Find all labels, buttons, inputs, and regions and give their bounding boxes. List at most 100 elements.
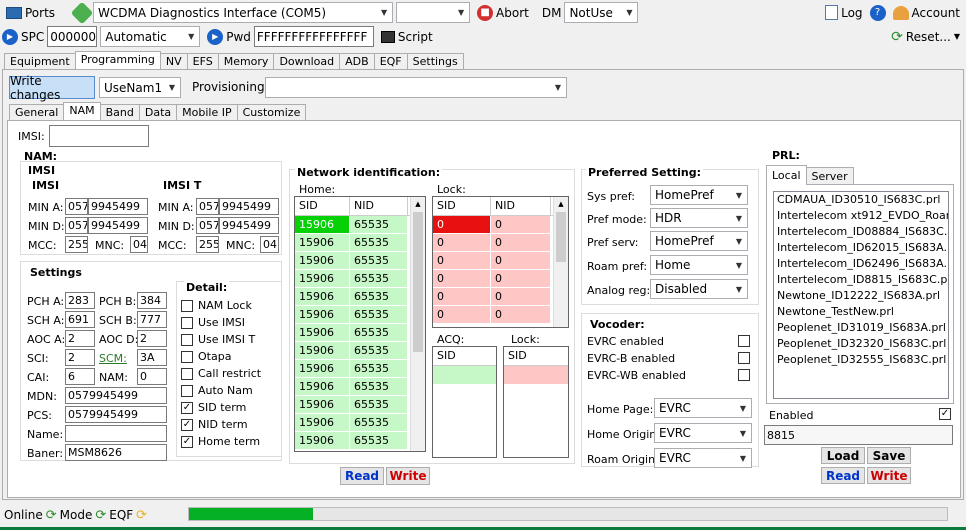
sch-a-input[interactable]: 691 xyxy=(65,311,95,328)
home-sid-cell[interactable]: 15906 xyxy=(295,324,350,342)
lock-nid-cell[interactable]: 0 xyxy=(491,306,551,324)
subtab-band[interactable]: Band xyxy=(99,104,140,120)
imsit-mcc-input[interactable]: 255 xyxy=(196,236,219,253)
tab-prl-local[interactable]: Local xyxy=(766,165,807,185)
home-grid-scrollbar[interactable]: ▲ xyxy=(410,197,425,451)
script-button[interactable]: Script xyxy=(377,26,437,47)
list-item[interactable]: Intertelecom_ID8815_IS683C.prl xyxy=(774,272,948,288)
home-sid-cell[interactable]: 15906 xyxy=(295,360,350,378)
account-button[interactable]: Account xyxy=(889,2,964,23)
imsit-mnc-input[interactable]: 04 xyxy=(260,236,279,253)
table-row[interactable]: 15906 65535 xyxy=(295,216,425,234)
imsit-min-a-prefix[interactable]: 057 xyxy=(196,198,219,215)
analog-reg-select[interactable]: Disabled ▼ xyxy=(650,279,748,299)
scm-link[interactable]: SCM: xyxy=(99,352,127,365)
home-nid-cell[interactable]: 65535 xyxy=(350,216,408,234)
lock-sid-cell[interactable]: 0 xyxy=(433,270,491,288)
table-row[interactable]: 15906 65535 xyxy=(295,432,425,450)
table-row[interactable]: 00 xyxy=(433,234,568,252)
imsit-min-d-prefix[interactable]: 057 xyxy=(196,217,219,234)
cai-input[interactable]: 6 xyxy=(65,368,95,385)
secondary-select[interactable]: ▼ xyxy=(396,2,471,23)
tab-nv[interactable]: NV xyxy=(159,53,188,69)
scm-input[interactable]: 3A xyxy=(137,349,167,366)
mode-select[interactable]: Automatic ▼ xyxy=(100,26,201,47)
home-sid-cell[interactable]: 15906 xyxy=(295,270,350,288)
lock-sid-cell[interactable]: 0 xyxy=(433,252,491,270)
checkbox-box[interactable] xyxy=(181,316,193,329)
tab-download[interactable]: Download xyxy=(273,53,341,69)
evrc-enabled-checkbox[interactable] xyxy=(738,335,750,347)
play-icon[interactable]: ▶ xyxy=(2,28,18,45)
table-row[interactable]: 15906 65535 xyxy=(295,342,425,360)
lock-nid-cell[interactable]: 0 xyxy=(491,252,551,270)
list-item[interactable]: Peoplenet_ID32320_IS683C.prl xyxy=(774,336,948,352)
imsi-min-a-prefix[interactable]: 057 xyxy=(65,198,88,215)
prl-write-button[interactable]: Write xyxy=(867,467,911,484)
scroll-thumb[interactable] xyxy=(413,212,423,352)
home-sid-cell[interactable]: 15906 xyxy=(295,432,350,450)
detail-checkbox-sid-term[interactable]: ✓ SID term xyxy=(181,401,246,414)
prl-read-button[interactable]: Read xyxy=(821,467,865,484)
imsi-mnc-input[interactable]: 04 xyxy=(130,236,148,253)
help-icon[interactable]: ? xyxy=(869,4,886,21)
lock-sid-nid-grid[interactable]: SID NID 000000000000 ▲ xyxy=(432,196,569,328)
table-row[interactable]: 15906 65535 xyxy=(295,324,425,342)
subtab-data[interactable]: Data xyxy=(138,104,178,120)
evrc-b-enabled-checkbox[interactable] xyxy=(738,352,750,364)
acq-lock-new-row[interactable] xyxy=(504,366,568,384)
home-sid-cell[interactable]: 15906 xyxy=(295,342,350,360)
list-item[interactable]: Peoplenet_ID31019_IS683A.prl xyxy=(774,320,948,336)
home-sid-nid-grid[interactable]: SID NID 15906 65535 15906 65535 15906 65535 15… xyxy=(294,196,426,452)
prl-save-button[interactable]: Save xyxy=(867,447,911,464)
nam-number-input[interactable]: 0 xyxy=(137,368,167,385)
network-write-button[interactable]: Write xyxy=(386,467,430,485)
list-item[interactable]: Intertelecom_ID62015_IS683A.prl xyxy=(774,240,948,256)
detail-checkbox-nam-lock[interactable]: NAM Lock xyxy=(181,299,252,312)
list-item[interactable]: Intertelecom xt912_EVDO_Roam_8 xyxy=(774,208,948,224)
abort-button[interactable]: ■ Abort xyxy=(473,2,533,23)
subtab-customize[interactable]: Customize xyxy=(236,104,307,120)
checkbox-box[interactable] xyxy=(181,384,193,397)
table-row[interactable]: 15906 65535 xyxy=(295,378,425,396)
home-sid-cell[interactable]: 15906 xyxy=(295,414,350,432)
checkbox-box[interactable] xyxy=(181,299,193,312)
table-row[interactable]: 15906 65535 xyxy=(295,360,425,378)
detail-checkbox-use-imsi[interactable]: Use IMSI xyxy=(181,316,245,329)
list-item[interactable]: Intertelecom_ID62496_IS683A.prl xyxy=(774,256,948,272)
subtab-general[interactable]: General xyxy=(9,104,65,120)
home-sid-cell[interactable]: 15906 xyxy=(295,216,350,234)
home-nid-cell[interactable]: 65535 xyxy=(350,324,408,342)
network-read-button[interactable]: Read xyxy=(340,467,384,485)
imsit-min-a-number[interactable]: 9945499 xyxy=(219,198,279,215)
table-row[interactable]: 15906 65535 xyxy=(295,288,425,306)
detail-checkbox-use-imsi-t[interactable]: Use IMSI T xyxy=(181,333,255,346)
home-nid-cell[interactable]: 65535 xyxy=(350,270,408,288)
tab-adb[interactable]: ADB xyxy=(339,53,375,69)
detail-checkbox-home-term[interactable]: ✓ Home term xyxy=(181,435,260,448)
home-nid-cell[interactable]: 65535 xyxy=(350,432,408,450)
list-item[interactable]: Peoplenet_ID32555_IS683C.prl xyxy=(774,352,948,368)
home-nid-cell[interactable]: 65535 xyxy=(350,414,408,432)
prl-enabled-checkbox[interactable]: ✓ xyxy=(939,408,951,420)
table-row[interactable]: 00 xyxy=(433,216,568,234)
table-row[interactable]: 15906 65535 xyxy=(295,270,425,288)
home-nid-cell[interactable]: 65535 xyxy=(350,234,408,252)
scroll-thumb[interactable] xyxy=(556,212,566,262)
table-row[interactable]: 00 xyxy=(433,306,568,324)
pch-b-input[interactable]: 384 xyxy=(137,292,167,309)
lock-nid-cell[interactable]: 0 xyxy=(491,216,551,234)
detail-checkbox-auto-nam[interactable]: Auto Nam xyxy=(181,384,253,397)
home-nid-cell[interactable]: 65535 xyxy=(350,252,408,270)
sys-pref-select[interactable]: HomePref ▼ xyxy=(650,185,748,205)
lock-nid-cell[interactable]: 0 xyxy=(491,234,551,252)
dm-select[interactable]: NotUse ▼ xyxy=(564,2,639,23)
name-input[interactable] xyxy=(65,425,167,442)
table-row[interactable]: 15906 65535 xyxy=(295,234,425,252)
tab-memory[interactable]: Memory xyxy=(217,53,275,69)
home-origin-select[interactable]: EVRC ▼ xyxy=(654,423,752,443)
provisioning-select[interactable]: ▼ xyxy=(265,77,567,98)
spc-input[interactable]: 000000 xyxy=(47,26,98,47)
nam-select[interactable]: UseNam1 ▼ xyxy=(99,77,181,98)
tab-prl-server[interactable]: Server xyxy=(805,167,854,185)
